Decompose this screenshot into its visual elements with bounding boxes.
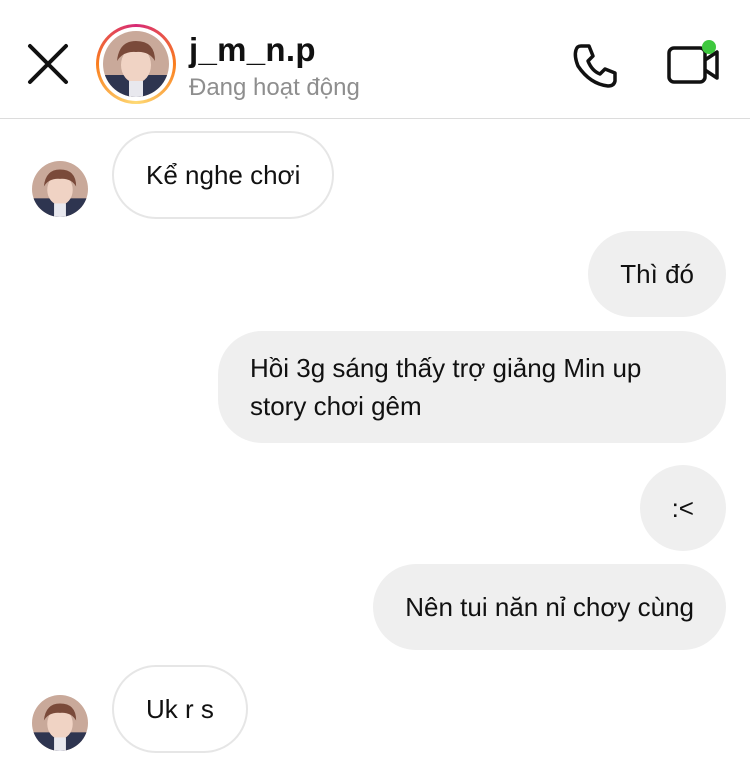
message-bubble-incoming[interactable]: Uk r s	[112, 665, 248, 753]
message-bubble-incoming[interactable]: Kể nghe chơi	[112, 131, 335, 219]
close-button[interactable]	[24, 40, 72, 88]
close-icon	[28, 44, 68, 84]
sender-avatar[interactable]	[32, 161, 88, 217]
voice-call-button[interactable]	[570, 40, 620, 90]
sender-avatar[interactable]	[32, 695, 88, 751]
video-call-button[interactable]	[666, 38, 722, 88]
message-bubble-outgoing[interactable]: :<	[639, 465, 726, 551]
avatar-photo	[103, 31, 169, 97]
chat-username[interactable]: j_m_n.p	[189, 31, 316, 69]
message-bubble-outgoing[interactable]: Thì đó	[588, 231, 726, 317]
activity-status: Đang hoạt động	[189, 74, 360, 101]
profile-avatar[interactable]	[96, 24, 176, 104]
online-indicator-dot	[702, 40, 716, 54]
message-bubble-outgoing[interactable]: Nên tui năn nỉ chơy cùng	[373, 564, 726, 650]
message-bubble-outgoing[interactable]: Hồi 3g sáng thấy trợ giảng Min up story …	[218, 331, 726, 443]
phone-icon	[573, 44, 617, 88]
chat-header: j_m_n.p Đang hoạt động	[0, 0, 750, 119]
